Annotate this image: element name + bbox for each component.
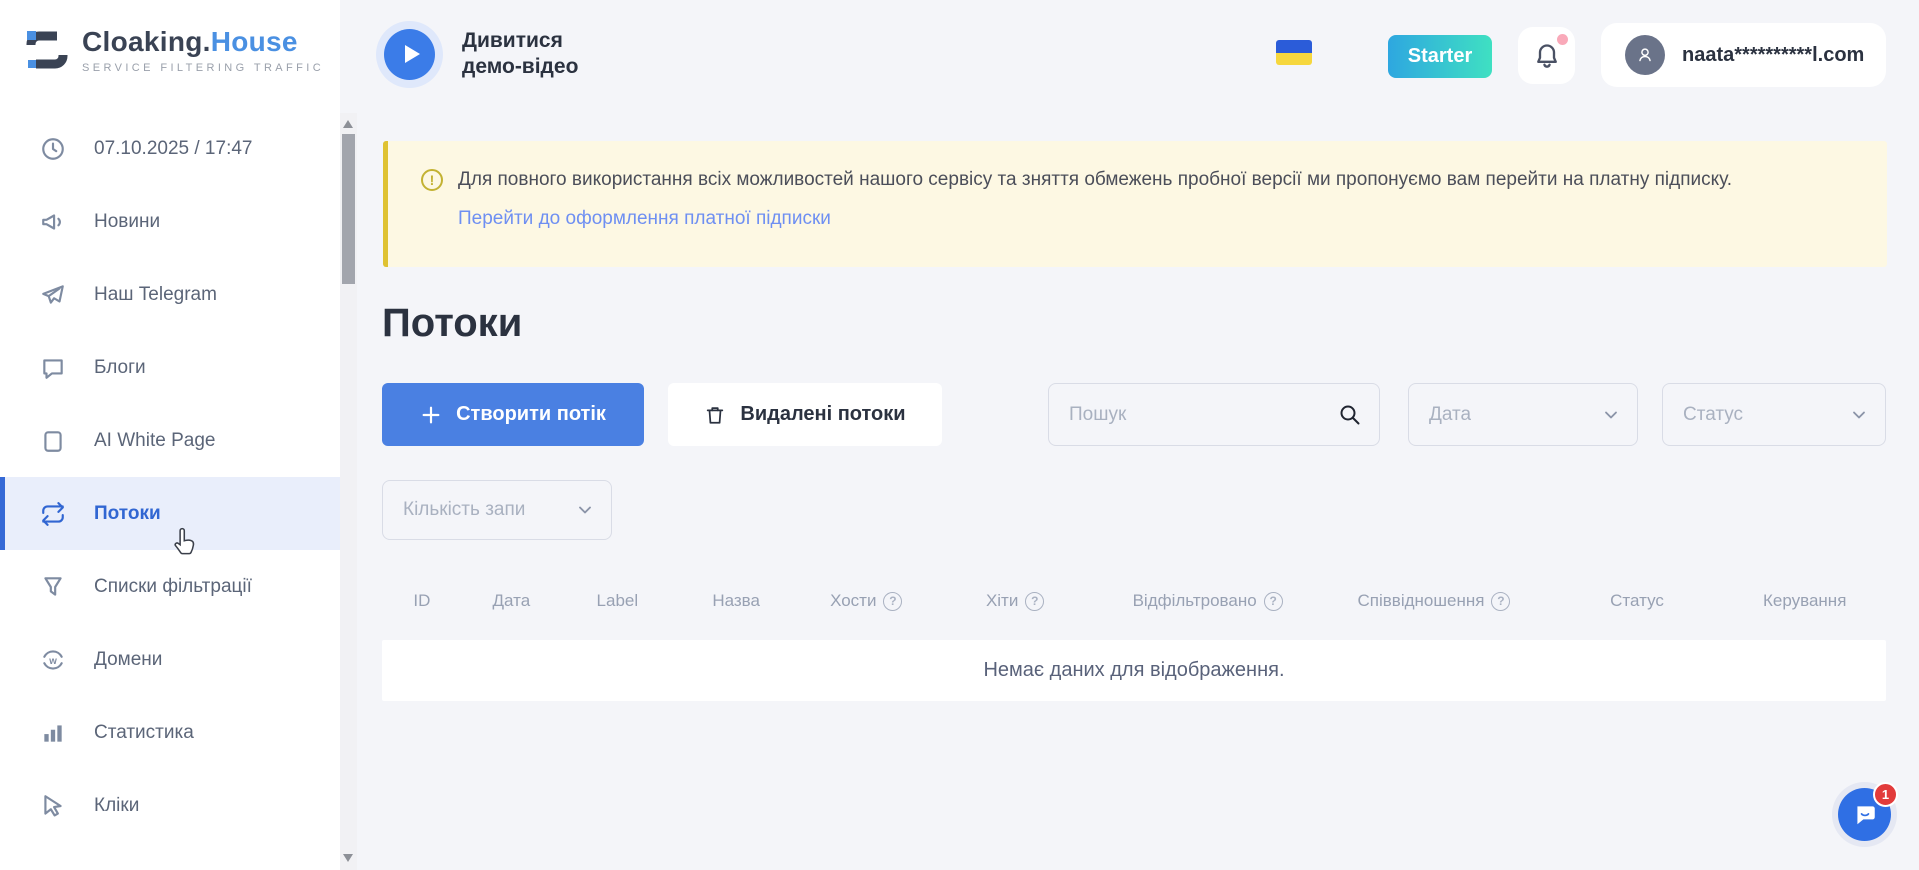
telegram-icon xyxy=(40,282,66,308)
trash-icon xyxy=(704,404,726,426)
plan-badge-button[interactable]: Starter xyxy=(1388,35,1492,78)
column-status: Статус xyxy=(1549,591,1725,611)
sidebar-item-label: Домени xyxy=(94,649,162,671)
column-name: Назва xyxy=(674,591,799,611)
search-input[interactable] xyxy=(1049,384,1379,445)
sidebar-scrollbar xyxy=(340,113,357,870)
help-icon[interactable] xyxy=(1491,592,1510,611)
notifications-button[interactable] xyxy=(1518,27,1575,84)
app-root: { "brand": { "name": "Cloaking.", "accen… xyxy=(0,0,1919,870)
column-label: Label xyxy=(561,591,674,611)
bell-icon xyxy=(1533,42,1561,70)
sidebar-item-label: Статистика xyxy=(94,722,194,744)
help-icon[interactable] xyxy=(1025,592,1044,611)
sidebar-item-news[interactable]: Новини xyxy=(0,185,340,258)
column-actions: Керування xyxy=(1725,591,1884,611)
help-icon[interactable] xyxy=(1264,592,1283,611)
chat-widget-icon xyxy=(1852,802,1878,828)
page-title: Потоки xyxy=(382,301,522,346)
sidebar-nav: 07.10.2025 / 17:47 Новини Наш Telegram Б… xyxy=(0,112,340,842)
scrollbar-up-arrow[interactable] xyxy=(343,120,353,128)
account-email: naata**********l.com xyxy=(1682,44,1864,67)
chevron-down-icon xyxy=(575,500,595,520)
column-filtered: Відфільтровано xyxy=(1096,591,1319,611)
language-flag-ukraine[interactable] xyxy=(1276,40,1312,65)
table-header: ID Дата Label Назва Хости Хіти Відфільтр… xyxy=(382,576,1886,626)
sidebar-item-statistics[interactable]: Статистика xyxy=(0,696,340,769)
sidebar-item-telegram[interactable]: Наш Telegram xyxy=(0,258,340,331)
cursor-icon xyxy=(40,793,66,819)
scrollbar-down-arrow[interactable] xyxy=(343,854,353,862)
brand-name: Cloaking.House xyxy=(82,26,324,58)
sidebar-item-filter-lists[interactable]: Списки фільтрації xyxy=(0,550,340,623)
chat-bubble-icon xyxy=(40,355,66,381)
megaphone-icon xyxy=(40,209,66,235)
help-icon[interactable] xyxy=(883,592,902,611)
stats-icon xyxy=(40,720,66,746)
create-stream-label: Створити потік xyxy=(456,403,606,426)
deleted-streams-button[interactable]: Видалені потоки xyxy=(668,383,942,446)
clock-icon xyxy=(40,136,66,162)
sidebar-item-label: Блоги xyxy=(94,357,146,379)
search-box xyxy=(1048,383,1380,446)
page-icon xyxy=(40,428,66,454)
watch-demo-button[interactable]: Дивитися демо-відео xyxy=(384,28,597,80)
sidebar-item-label: Списки фільтрації xyxy=(94,576,252,598)
play-icon[interactable] xyxy=(384,29,435,80)
column-hits: Хіти xyxy=(934,591,1096,611)
trial-warning-banner: ! Для повного використання всіх можливос… xyxy=(383,141,1887,267)
sidebar-item-label: AI White Page xyxy=(94,430,215,452)
column-date: Дата xyxy=(462,591,561,611)
column-id: ID xyxy=(382,591,462,611)
records-count-label: Кількість запи xyxy=(403,499,525,521)
sidebar-item-label: 07.10.2025 / 17:47 xyxy=(94,138,252,160)
account-menu[interactable]: naata**********l.com xyxy=(1601,23,1886,87)
subscription-link[interactable]: Перейти до оформлення платної підписки xyxy=(458,208,831,230)
notification-dot xyxy=(1557,34,1568,45)
column-ratio: Співвідношення xyxy=(1319,591,1549,611)
chat-unread-badge: 1 xyxy=(1873,782,1898,807)
sidebar-item-domains[interactable]: w Домени xyxy=(0,623,340,696)
plus-icon xyxy=(420,404,442,426)
table-empty-state: Немає даних для відображення. xyxy=(382,640,1886,701)
avatar xyxy=(1625,35,1665,75)
sidebar-item-label: Кліки xyxy=(94,795,139,817)
deleted-streams-label: Видалені потоки xyxy=(740,403,905,426)
brand-text: Cloaking.House SERVICE FILTERING TRAFFIC xyxy=(82,26,324,74)
chevron-down-icon xyxy=(1601,405,1621,425)
sidebar-item-label: Наш Telegram xyxy=(94,284,217,306)
sidebar-item-clicks[interactable]: Кліки xyxy=(0,769,340,842)
date-filter-label: Дата xyxy=(1429,404,1471,426)
warning-icon: ! xyxy=(421,169,443,191)
sidebar-item-blogs[interactable]: Блоги xyxy=(0,331,340,404)
search-icon[interactable] xyxy=(1337,402,1363,428)
svg-text:w: w xyxy=(48,655,57,666)
sidebar-item-ai-white-page[interactable]: AI White Page xyxy=(0,404,340,477)
sidebar: Cloaking.House SERVICE FILTERING TRAFFIC… xyxy=(0,0,340,870)
create-stream-button[interactable]: Створити потік xyxy=(382,383,644,446)
domains-icon: w xyxy=(40,647,66,673)
brand-tagline: SERVICE FILTERING TRAFFIC xyxy=(82,62,324,74)
date-filter-select[interactable]: Дата xyxy=(1408,383,1638,446)
chat-widget-button[interactable]: 1 xyxy=(1838,788,1891,841)
column-hosts: Хости xyxy=(799,591,934,611)
streams-icon xyxy=(40,501,66,527)
sidebar-item-datetime: 07.10.2025 / 17:47 xyxy=(0,112,340,185)
trial-warning-text: Для повного використання всіх можливосте… xyxy=(458,167,1732,193)
watch-demo-label: Дивитися демо-відео xyxy=(462,28,597,80)
filter-icon xyxy=(40,574,66,600)
sidebar-item-label: Потоки xyxy=(94,503,161,525)
status-filter-label: Статус xyxy=(1683,404,1743,426)
sidebar-item-streams[interactable]: Потоки xyxy=(0,477,340,550)
scrollbar-thumb[interactable] xyxy=(342,134,355,284)
status-filter-select[interactable]: Статус xyxy=(1662,383,1886,446)
brand-logo-icon xyxy=(26,27,68,73)
brand-logo[interactable]: Cloaking.House SERVICE FILTERING TRAFFIC xyxy=(26,26,324,74)
sidebar-item-label: Новини xyxy=(94,211,160,233)
records-count-select[interactable]: Кількість запи xyxy=(382,480,612,540)
chevron-down-icon xyxy=(1849,405,1869,425)
